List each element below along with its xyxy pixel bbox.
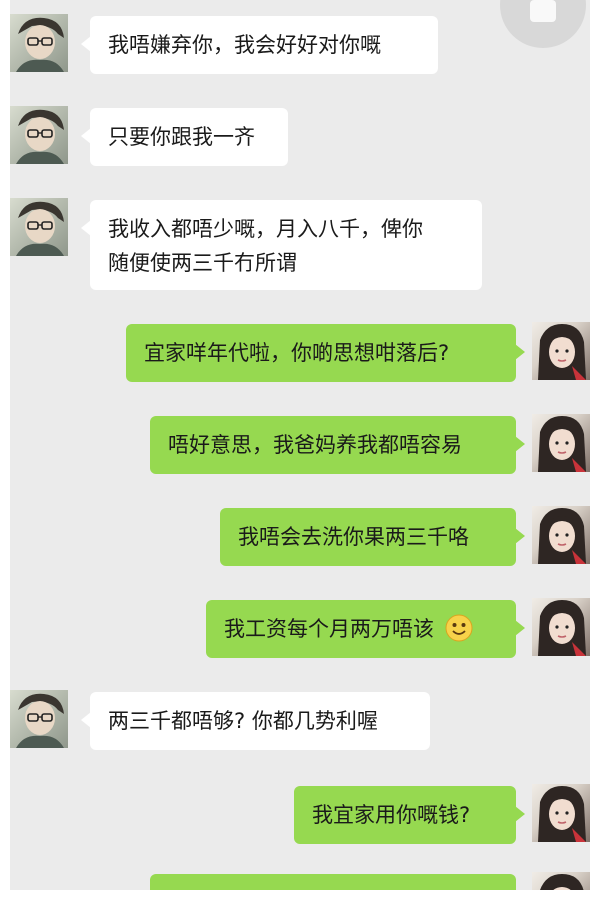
outgoing-message-bubble[interactable]: 唔好意思，我爸妈养我都唔容易 bbox=[150, 416, 525, 474]
message-row: 宜家咩年代啦，你啲思想咁落后? bbox=[10, 322, 590, 384]
message-text: 我宜家用你嘅钱? bbox=[312, 803, 471, 827]
incoming-message-bubble[interactable]: 我唔嫌弃你，我会好好对你嘅 bbox=[81, 16, 438, 74]
message-row: 我收入都唔少嘅，月入八千，俾你 随便使两三千冇所谓 bbox=[10, 198, 590, 290]
message-text: 宜家咩年代啦，你啲思想咁落后? bbox=[144, 341, 450, 365]
chat-area[interactable]: 我唔嫌弃你，我会好好对你嘅 只要你跟我一齐 我收入都唔少嘅，月入八千，俾你 随便… bbox=[10, 0, 590, 890]
girl-avatar[interactable] bbox=[532, 872, 590, 890]
message-text: 两三千都唔够? 你都几势利喔 bbox=[108, 709, 378, 733]
incoming-message-bubble[interactable]: 只要你跟我一齐 bbox=[81, 108, 288, 166]
girl-avatar[interactable] bbox=[532, 414, 590, 472]
girl-avatar[interactable] bbox=[532, 322, 590, 380]
girl-avatar[interactable] bbox=[532, 784, 590, 842]
message-row: 唔好意思，我爸妈养我都唔容易 bbox=[10, 414, 590, 476]
message-row: 我工资每个月两万唔该 bbox=[10, 598, 590, 660]
outgoing-message-bubble[interactable] bbox=[150, 874, 516, 890]
boy-avatar[interactable] bbox=[10, 198, 68, 256]
message-text-line-1: 我收入都唔少嘅，月入八千，俾你 bbox=[108, 217, 423, 241]
message-row: 我唔嫌弃你，我会好好对你嘅 bbox=[10, 14, 590, 76]
message-row: 我宜家用你嘅钱? bbox=[10, 784, 590, 846]
boy-avatar[interactable] bbox=[10, 690, 68, 748]
message-row: 两三千都唔够? 你都几势利喔 bbox=[10, 690, 590, 752]
incoming-message-bubble[interactable]: 两三千都唔够? 你都几势利喔 bbox=[81, 692, 430, 750]
outgoing-message-bubble[interactable]: 我唔会去洗你果两三千咯 bbox=[220, 508, 525, 566]
message-row: 我唔会去洗你果两三千咯 bbox=[10, 506, 590, 568]
smiley-emoji-icon bbox=[445, 614, 473, 642]
message-text: 我唔会去洗你果两三千咯 bbox=[238, 525, 469, 549]
girl-avatar[interactable] bbox=[532, 598, 590, 656]
message-text-line-2: 随便使两三千冇所谓 bbox=[108, 251, 297, 275]
message-row bbox=[10, 872, 590, 890]
boy-avatar[interactable] bbox=[10, 106, 68, 164]
incoming-message-bubble[interactable]: 我收入都唔少嘅，月入八千，俾你 随便使两三千冇所谓 bbox=[81, 200, 482, 290]
outgoing-message-bubble[interactable]: 我工资每个月两万唔该 bbox=[206, 600, 525, 658]
boy-avatar[interactable] bbox=[10, 14, 68, 72]
outgoing-message-bubble[interactable]: 宜家咩年代啦，你啲思想咁落后? bbox=[126, 324, 525, 382]
message-text: 我唔嫌弃你，我会好好对你嘅 bbox=[108, 33, 381, 57]
message-text: 只要你跟我一齐 bbox=[108, 125, 255, 149]
outgoing-message-bubble[interactable]: 我宜家用你嘅钱? bbox=[294, 786, 525, 844]
girl-avatar[interactable] bbox=[532, 506, 590, 564]
message-text: 我工资每个月两万唔该 bbox=[224, 617, 434, 641]
message-text: 唔好意思，我爸妈养我都唔容易 bbox=[168, 433, 462, 457]
message-row: 只要你跟我一齐 bbox=[10, 106, 590, 168]
